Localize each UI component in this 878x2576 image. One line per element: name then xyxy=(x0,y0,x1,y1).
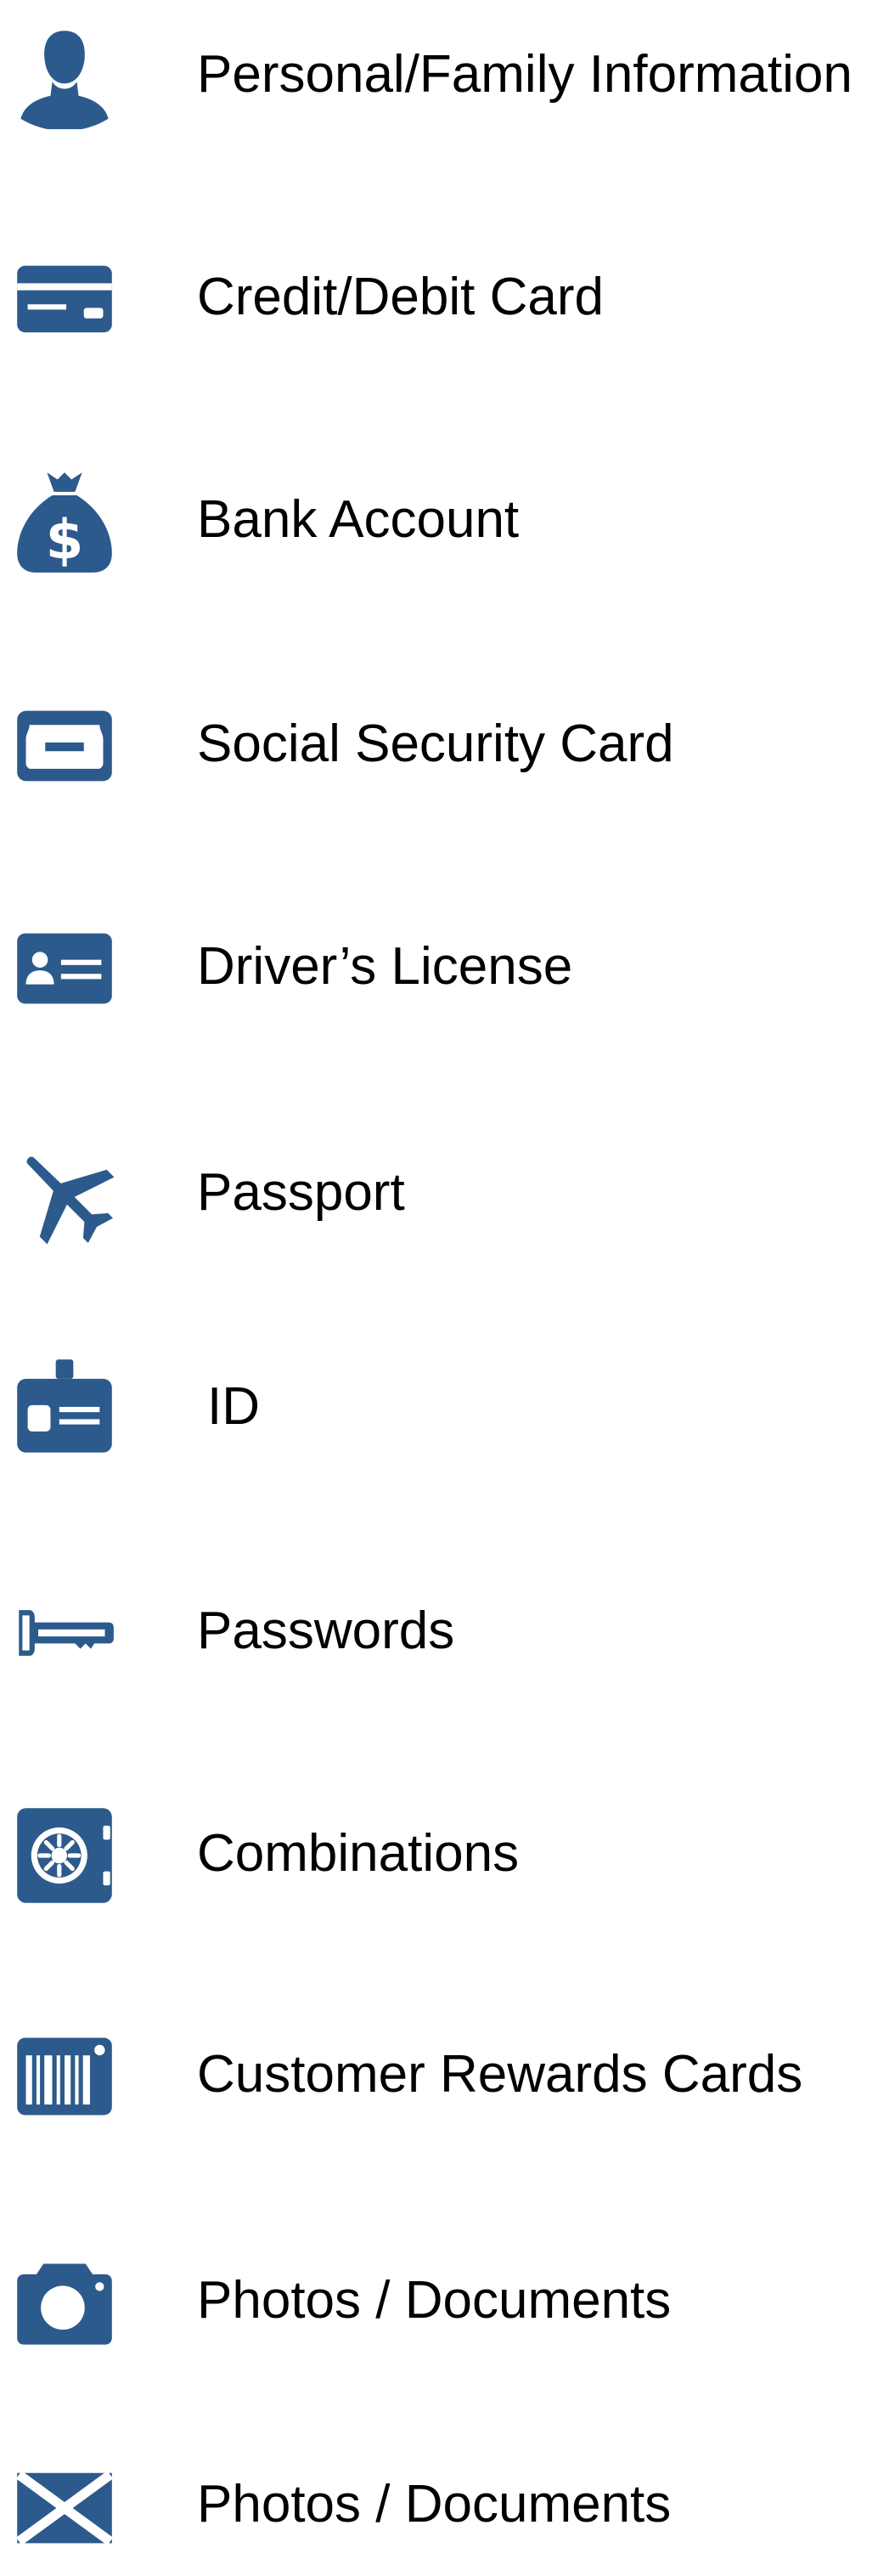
credit-card-icon xyxy=(12,246,117,352)
list-item-label: ID xyxy=(207,1377,260,1436)
money-bag-icon: $ xyxy=(12,469,117,574)
camera-icon xyxy=(12,2250,117,2355)
list-item-label: Social Security Card xyxy=(197,715,674,773)
list-item-bank-account[interactable]: $ Bank Account xyxy=(0,452,878,588)
list-item-personal-family-information[interactable]: Personal/Family Information xyxy=(0,7,878,143)
list-item-label: Customer Rewards Cards xyxy=(197,2045,803,2104)
list-item-label: Photos / Documents xyxy=(197,2271,672,2330)
list-item-label: Passport xyxy=(197,1163,405,1222)
list-item-label: Combinations xyxy=(197,1824,520,1883)
list-item-passwords[interactable]: Passwords xyxy=(0,1563,878,1699)
list-item-label: Personal/Family Information xyxy=(197,45,853,104)
list-item-label: Credit/Debit Card xyxy=(197,268,604,326)
list-item-passport[interactable]: Passport xyxy=(0,1125,878,1261)
barcode-card-icon xyxy=(12,2024,117,2129)
list-item-label: Photos / Documents xyxy=(197,2475,672,2534)
svg-text:$: $ xyxy=(46,509,84,572)
person-icon xyxy=(12,24,117,129)
list-item-photos-documents[interactable]: Photos / Documents xyxy=(0,2233,878,2369)
list-item-id[interactable]: ID xyxy=(0,1339,878,1475)
list-item-customer-rewards-cards[interactable]: Customer Rewards Cards xyxy=(0,2007,878,2143)
key-icon xyxy=(12,1580,117,1686)
list-item-social-security-card[interactable]: Social Security Card xyxy=(0,676,878,812)
list-item-credit-debit-card[interactable]: Credit/Debit Card xyxy=(0,229,878,365)
list-item-label: Driver’s License xyxy=(197,937,573,996)
list-item-drivers-license[interactable]: Driver’s License xyxy=(0,899,878,1035)
list-item-photos-documents-2[interactable]: Photos / Documents xyxy=(0,2437,878,2573)
airplane-icon xyxy=(12,1142,117,1247)
safe-icon xyxy=(12,1803,117,1908)
list-item-combinations[interactable]: Combinations xyxy=(0,1786,878,1922)
flag-icon xyxy=(12,2454,117,2559)
list-item-label: Passwords xyxy=(197,1602,455,1660)
list-item-label: Bank Account xyxy=(197,490,520,549)
social-security-card-icon xyxy=(12,693,117,799)
id-badge-icon xyxy=(12,1356,117,1461)
category-list: Personal/Family Information Credit/Debit… xyxy=(0,0,878,2576)
drivers-license-icon xyxy=(12,916,117,1021)
